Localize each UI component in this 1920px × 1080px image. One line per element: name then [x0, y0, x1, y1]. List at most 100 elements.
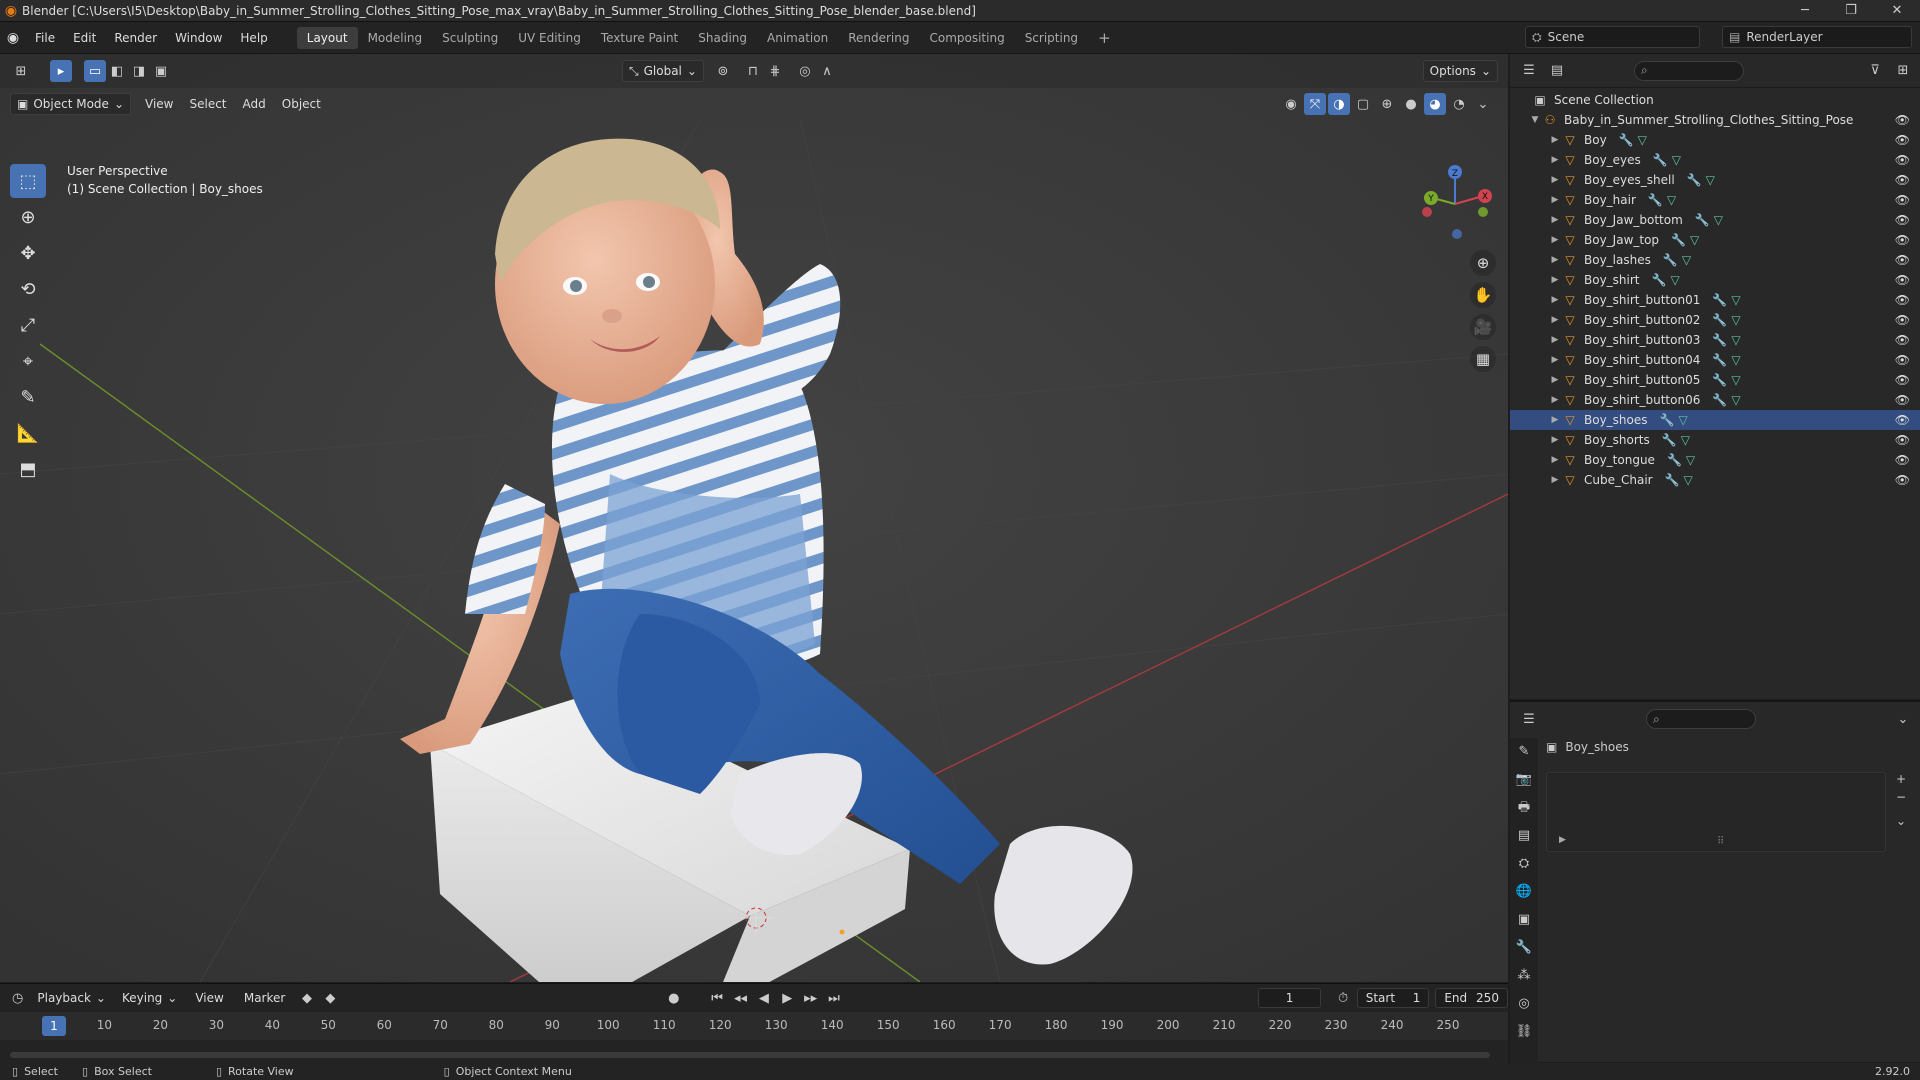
slot-specials-button[interactable]: ⌄ — [1896, 814, 1906, 828]
proportional-edit-icon[interactable]: ◎ — [794, 60, 816, 82]
outliner-row-object[interactable]: ▶ ▽ Boy_shirt_button01 🔧 ▽ 👁 — [1510, 290, 1920, 310]
mesh-data-icon[interactable]: ▽ — [1731, 373, 1740, 387]
transform-tool-icon[interactable]: ⌖ — [10, 344, 46, 378]
jump-end-icon[interactable]: ⏭ — [824, 987, 843, 1009]
overlay-toggle-icon[interactable]: ◑ — [1328, 93, 1350, 115]
list-expand-arrow-icon[interactable]: ▶ — [1559, 835, 1566, 845]
expand-arrow-icon[interactable]: ▶ — [1548, 375, 1562, 385]
timeline-menu-marker[interactable]: Marker — [236, 991, 293, 1005]
tab-layout[interactable]: Layout — [296, 26, 358, 49]
current-frame-indicator[interactable]: 1 — [42, 1016, 66, 1036]
add-cube-tool-icon[interactable]: ⬒ — [10, 452, 46, 486]
view-layer-tab-icon[interactable]: ▤ — [1510, 822, 1538, 850]
close-button[interactable]: ✕ — [1874, 0, 1920, 22]
particles-tab-icon[interactable]: ⁂ — [1510, 962, 1538, 990]
playback-dropdown[interactable]: Playback ⌄ — [31, 987, 112, 1009]
material-preview-icon[interactable]: ◕ — [1424, 93, 1446, 115]
outliner-row-object[interactable]: ▶ ▽ Cube_Chair 🔧 ▽ 👁 — [1510, 470, 1920, 490]
outliner-row-object[interactable]: ▶ ▽ Boy_eyes 🔧 ▽ 👁 — [1510, 150, 1920, 170]
visibility-eye-icon[interactable]: 👁 — [1895, 193, 1910, 207]
visibility-eye-icon[interactable]: 👁 — [1895, 293, 1910, 307]
visibility-eye-icon[interactable]: 👁 — [1895, 233, 1910, 247]
viewport-menu-select[interactable]: Select — [181, 97, 234, 111]
camera-view-icon[interactable]: 🎥 — [1470, 314, 1496, 340]
new-collection-icon[interactable]: ⊞ — [1892, 60, 1914, 82]
tab-animation[interactable]: Animation — [757, 27, 838, 49]
outliner-row-object[interactable]: ▶ ▽ Boy_shoes 🔧 ▽ 👁 — [1510, 410, 1920, 430]
solid-shading-icon[interactable]: ● — [1400, 93, 1422, 115]
menu-edit[interactable]: Edit — [64, 31, 105, 45]
keying-dropdown[interactable]: Keying ⌄ — [116, 987, 183, 1009]
modifier-wrench-icon[interactable]: 🔧 — [1667, 453, 1682, 467]
modifier-wrench-icon[interactable]: 🔧 — [1712, 293, 1727, 307]
outliner-row-scene-collection[interactable]: ▣ Scene Collection — [1510, 90, 1920, 110]
material-slot-list[interactable]: ▶ ⠿ — [1546, 772, 1886, 852]
maximize-button[interactable]: ❐ — [1828, 0, 1874, 22]
visibility-eye-icon[interactable]: 👁 — [1895, 373, 1910, 387]
filter-icon[interactable]: ⊽ — [1864, 60, 1886, 82]
modifier-wrench-icon[interactable]: 🔧 — [1652, 273, 1667, 287]
viewport-menu-add[interactable]: Add — [235, 97, 274, 111]
expand-arrow-icon[interactable]: ▶ — [1548, 275, 1562, 285]
list-resize-handle-icon[interactable]: ⠿ — [1717, 836, 1724, 847]
visibility-eye-icon[interactable]: 👁 — [1895, 213, 1910, 227]
expand-arrow-icon[interactable]: ▶ — [1548, 475, 1562, 485]
outliner-row-collection[interactable]: ▼ ⚇ Baby_in_Summer_Strolling_Clothes_Sit… — [1510, 110, 1920, 130]
ortho-grid-icon[interactable]: ▦ — [1470, 346, 1496, 372]
outliner-row-object[interactable]: ▶ ▽ Boy_tongue 🔧 ▽ 👁 — [1510, 450, 1920, 470]
modifier-wrench-icon[interactable]: 🔧 — [1712, 333, 1727, 347]
mesh-data-icon[interactable]: ▽ — [1686, 453, 1695, 467]
expand-arrow-icon[interactable]: ▶ — [1548, 135, 1562, 145]
modifier-wrench-icon[interactable]: 🔧 — [1712, 313, 1727, 327]
outliner-search-input[interactable]: ⌕ — [1634, 60, 1744, 81]
mesh-data-icon[interactable]: ▽ — [1670, 273, 1679, 287]
mesh-data-icon[interactable]: ▽ — [1672, 153, 1681, 167]
mesh-data-icon[interactable]: ▽ — [1667, 193, 1676, 207]
play-reverse-icon[interactable]: ◀ — [754, 987, 773, 1009]
modifier-wrench-icon[interactable]: 🔧 — [1660, 413, 1675, 427]
modifier-wrench-icon[interactable]: 🔧 — [1695, 213, 1710, 227]
visibility-eye-icon[interactable]: 👁 — [1895, 393, 1910, 407]
render-layer-selector[interactable]: ▤ RenderLayer — [1722, 26, 1912, 48]
scale-tool-icon[interactable]: ⤢ — [10, 308, 46, 342]
mode-dropdown[interactable]: ▣ Object Mode ⌄ — [10, 93, 131, 115]
visibility-eye-icon[interactable]: 👁 — [1895, 413, 1910, 427]
cursor-tool-icon[interactable]: ⊕ — [10, 200, 46, 234]
render-tab-icon[interactable]: 📷 — [1510, 766, 1538, 794]
snap-target-icon[interactable]: ⋕ — [764, 60, 786, 82]
wireframe-shading-icon[interactable]: ⊕ — [1376, 93, 1398, 115]
jump-prev-keyframe-icon[interactable]: ◂◂ — [731, 987, 750, 1009]
mesh-data-icon[interactable]: ▽ — [1714, 213, 1723, 227]
viewport-menu-object[interactable]: Object — [274, 97, 329, 111]
select-mode-extend-icon[interactable]: ◧ — [106, 60, 128, 82]
pan-hand-icon[interactable]: ✋ — [1470, 282, 1496, 308]
mesh-data-icon[interactable]: ▽ — [1638, 133, 1647, 147]
select-box-tool-icon[interactable]: ⬚ — [10, 164, 46, 198]
mesh-data-icon[interactable]: ▽ — [1682, 253, 1691, 267]
visibility-eye-icon[interactable]: 👁 — [1895, 253, 1910, 267]
falloff-icon[interactable]: ∧ — [816, 60, 838, 82]
shading-options-icon[interactable]: ⌄ — [1472, 93, 1494, 115]
modifier-tab-icon[interactable]: 🔧 — [1510, 934, 1538, 962]
expand-arrow-icon[interactable]: ▶ — [1548, 235, 1562, 245]
timeline-ruler[interactable]: 1 10 20 30 40 50 60 70 80 90 100 110 120 130 140 150 160… — [0, 1012, 1508, 1040]
visibility-icon[interactable]: ◉ — [1280, 93, 1302, 115]
display-mode-icon[interactable]: ▤ — [1546, 60, 1568, 82]
end-frame-field[interactable]: End 250 — [1435, 988, 1508, 1008]
visibility-eye-icon[interactable]: 👁 — [1895, 473, 1910, 487]
transform-orientation-dropdown[interactable]: ⤡ Global ⌄ — [622, 60, 704, 82]
expand-arrow-icon[interactable]: ▶ — [1548, 355, 1562, 365]
select-mode-intersect-icon[interactable]: ▣ — [150, 60, 172, 82]
play-icon[interactable]: ▶ — [778, 987, 797, 1009]
expand-arrow-icon[interactable]: ▶ — [1548, 435, 1562, 445]
select-mode-new-icon[interactable]: ▭ — [84, 60, 106, 82]
select-mode-subtract-icon[interactable]: ◨ — [128, 60, 150, 82]
expand-arrow-icon[interactable]: ▶ — [1548, 395, 1562, 405]
tab-compositing[interactable]: Compositing — [919, 27, 1014, 49]
world-tab-icon[interactable]: 🌐 — [1510, 878, 1538, 906]
mesh-data-icon[interactable]: ▽ — [1678, 413, 1687, 427]
outliner-row-object[interactable]: ▶ ▽ Boy_hair 🔧 ▽ 👁 — [1510, 190, 1920, 210]
expand-arrow-icon[interactable]: ▶ — [1548, 295, 1562, 305]
expand-arrow-icon[interactable]: ▶ — [1548, 315, 1562, 325]
outliner-row-object[interactable]: ▶ ▽ Boy_shirt_button02 🔧 ▽ 👁 — [1510, 310, 1920, 330]
